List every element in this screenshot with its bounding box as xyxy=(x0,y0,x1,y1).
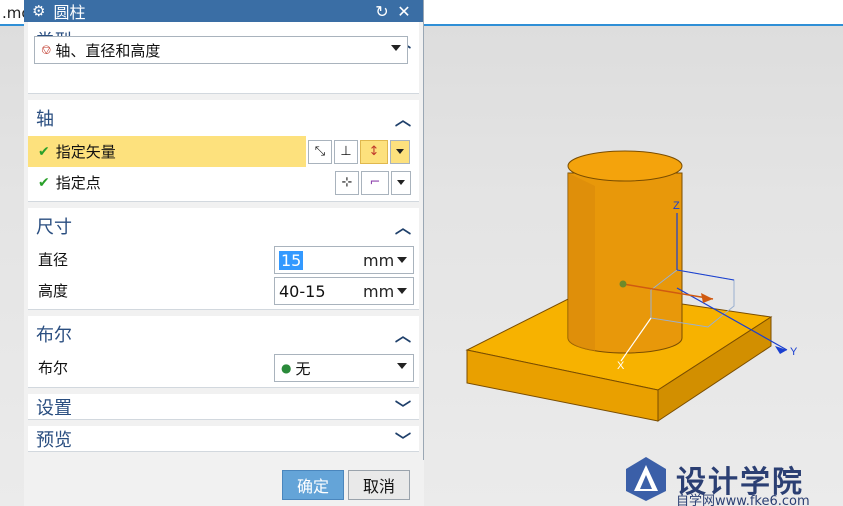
dialog-title: 圆柱 xyxy=(53,3,86,22)
reverse-direction-icon[interactable]: ↕ xyxy=(360,139,388,164)
group-preview: 预览 ﹀ xyxy=(28,426,419,452)
gear-icon[interactable]: ⚙ xyxy=(32,2,45,20)
specify-vector-row[interactable]: ✔ 指定矢量 ⤡ ⊥ ↕ xyxy=(28,136,419,167)
checkmark-icon: ✔ xyxy=(38,174,50,191)
boolean-none-icon: ● xyxy=(281,361,292,375)
group-settings-title: 设置 xyxy=(36,398,72,419)
group-preview-header[interactable]: 预览 ﹀ xyxy=(28,426,419,452)
chevron-down-icon xyxy=(397,363,407,369)
group-dimensions-header[interactable]: 尺寸 ︿ xyxy=(28,208,419,244)
cylinder-type-icon: ⎊ xyxy=(41,42,52,58)
axis-label-y: Y xyxy=(790,346,798,358)
group-axis-title: 轴 xyxy=(36,109,54,130)
watermark: 设计学院 自学网www.fke6.com xyxy=(624,455,843,506)
chevron-up-icon[interactable]: ︿ xyxy=(393,108,413,129)
axis-label-x: X xyxy=(617,360,625,372)
cancel-button[interactable]: 取消 xyxy=(348,470,410,500)
specify-point-row[interactable]: ✔ 指定点 ⊹ ⌐ xyxy=(28,167,419,198)
watermark-logo-icon xyxy=(626,457,666,501)
cylinder-body[interactable] xyxy=(567,150,683,354)
group-axis-header[interactable]: 轴 ︿ xyxy=(28,100,419,136)
chevron-down-icon[interactable]: ﹀ xyxy=(393,397,413,418)
chevron-up-icon[interactable]: ︿ xyxy=(393,216,413,237)
group-settings-header[interactable]: 设置 ﹀ xyxy=(28,394,419,420)
boolean-select-value: 无 xyxy=(295,359,311,378)
diameter-unit[interactable]: mm xyxy=(363,251,393,270)
dialog-footer: 确定 取消 xyxy=(24,460,424,506)
reset-icon[interactable]: ↻ xyxy=(371,2,393,21)
group-dimensions: 尺寸 ︿ 直径 15 mm 高度 40-15 mm xyxy=(28,208,419,310)
point-type-icon[interactable]: ⌐ xyxy=(361,170,389,195)
chevron-down-icon[interactable] xyxy=(397,288,407,294)
inferred-vector-icon[interactable]: ⤡ xyxy=(308,139,332,164)
diameter-input[interactable]: 15 mm xyxy=(274,246,414,274)
chevron-down-icon xyxy=(391,45,401,51)
watermark-subtitle: 自学网www.fke6.com xyxy=(676,494,810,506)
checkmark-icon: ✔ xyxy=(38,143,50,160)
group-preview-title: 预览 xyxy=(36,430,72,451)
vector-dialog-icon[interactable]: ⊥ xyxy=(334,139,358,164)
close-icon[interactable]: ✕ xyxy=(393,2,415,21)
group-boolean: 布尔 ︿ 布尔 ● 无 xyxy=(28,316,419,388)
group-type: 类型 ︿ ⎊ 轴、直径和高度 xyxy=(28,22,419,94)
boolean-select[interactable]: ● 无 xyxy=(274,354,414,382)
type-select[interactable]: ⎊ 轴、直径和高度 xyxy=(34,36,408,64)
chevron-down-icon[interactable]: ﹀ xyxy=(393,429,413,450)
vector-dropdown-button[interactable] xyxy=(390,139,410,164)
cylinder-dialog: ⚙ 圆柱 ↻ ✕ 类型 ︿ ⎊ 轴、直径和高度 轴 ︿ ✔ 指定矢量 ⤡ ⊥ xyxy=(24,0,424,506)
height-unit[interactable]: mm xyxy=(363,282,393,301)
height-input[interactable]: 40-15 mm xyxy=(274,277,414,305)
type-select-value: 轴、直径和高度 xyxy=(55,41,161,60)
specify-vector-label: 指定矢量 xyxy=(55,143,116,161)
graphics-viewport[interactable]: Z Y X xyxy=(425,28,843,506)
axis-label-z: Z xyxy=(673,200,680,212)
group-axis: 轴 ︿ ✔ 指定矢量 ⤡ ⊥ ↕ ✔ 指定点 ⊹ ⌐ xyxy=(28,100,419,202)
specify-point-label: 指定点 xyxy=(55,174,101,192)
point-dropdown-button[interactable] xyxy=(391,170,411,195)
group-boolean-title: 布尔 xyxy=(36,325,72,346)
point-dialog-icon[interactable]: ⊹ xyxy=(335,170,359,195)
ok-button[interactable]: 确定 xyxy=(282,470,344,500)
dialog-titlebar[interactable]: ⚙ 圆柱 ↻ ✕ xyxy=(24,0,423,22)
group-settings: 设置 ﹀ xyxy=(28,394,419,420)
group-boolean-header[interactable]: 布尔 ︿ xyxy=(28,316,419,352)
diameter-value[interactable]: 15 xyxy=(279,250,304,270)
height-value[interactable]: 40-15 xyxy=(279,282,363,301)
chevron-up-icon[interactable]: ︿ xyxy=(393,324,413,345)
group-dimensions-title: 尺寸 xyxy=(36,217,72,238)
chevron-down-icon[interactable] xyxy=(397,257,407,263)
